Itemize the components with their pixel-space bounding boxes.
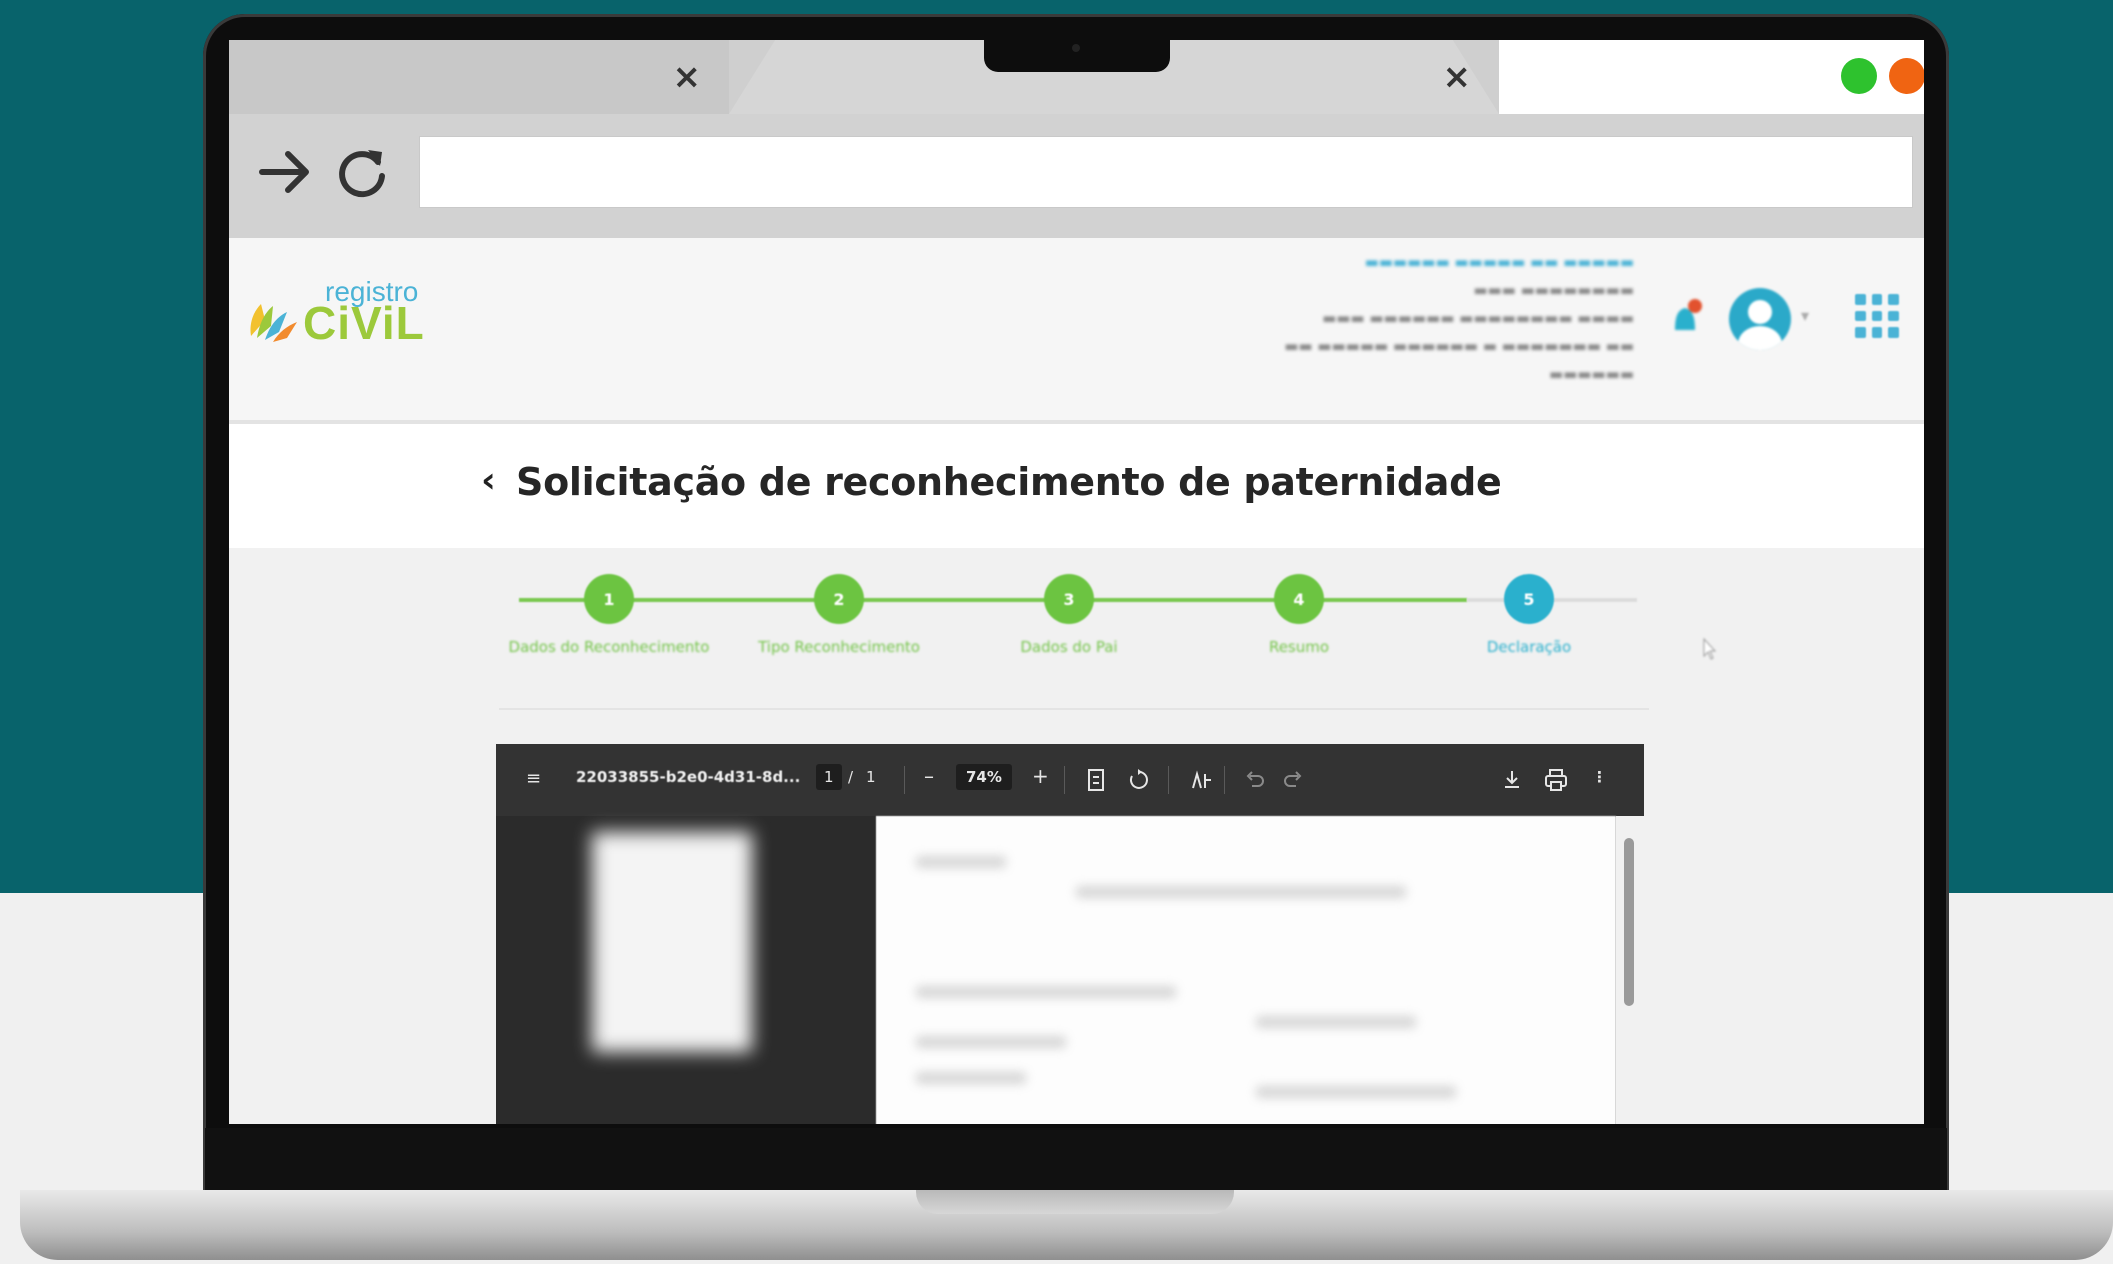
hands-logo-icon — [250, 304, 297, 342]
blurred-text — [916, 1072, 1026, 1084]
zoom-level-input[interactable]: 74% — [956, 764, 1012, 790]
window-minimize-button[interactable] — [1889, 58, 1924, 94]
step-number: 2 — [814, 574, 864, 624]
toolbar-divider — [1224, 766, 1225, 794]
menu-icon[interactable]: ≡ — [526, 768, 541, 789]
step-number: 3 — [1044, 574, 1094, 624]
camera-icon — [1072, 44, 1080, 52]
apps-grid-icon[interactable] — [1855, 294, 1899, 338]
pdf-viewer[interactable]: ≡ 22033855-b2e0-4d31-8d... 1 / 1 – 74% + — [496, 744, 1644, 1124]
section-divider — [499, 708, 1649, 710]
user-info-blurred: ▬▬▬▬▬▬ ▬▬▬▬▬ ▬▬ ▬▬▬▬▬ ▬▬▬ ▬▬▬▬▬▬▬▬ ▬▬▬ ▬… — [1284, 253, 1634, 383]
step-number: 5 — [1504, 574, 1554, 624]
more-options-icon[interactable]: ⋮ — [1592, 768, 1607, 786]
step-number: 4 — [1274, 574, 1324, 624]
chevron-down-icon[interactable]: ▾ — [1801, 306, 1809, 325]
window-maximize-button[interactable] — [1841, 58, 1877, 94]
scrollbar-thumb[interactable] — [1624, 838, 1634, 1006]
main-content: 1 Dados do Reconhecimento 2 Tipo Reconhe… — [229, 548, 1924, 1124]
stepper-step-2[interactable]: 2 Tipo Reconhecimento — [724, 548, 954, 656]
page-title-bar: ‹ Solicitação de reconhecimento de pater… — [229, 424, 1924, 548]
step-label: Dados do Reconhecimento — [508, 638, 710, 656]
arrow-right-icon — [259, 151, 309, 193]
back-chevron-icon[interactable]: ‹ — [481, 460, 496, 501]
close-tab-icon[interactable]: × — [1443, 57, 1472, 97]
blurred-text — [916, 856, 1006, 868]
laptop-screen: × × registro CiViL ▬▬▬▬▬▬ ▬▬▬▬▬ ▬▬ ▬▬▬▬▬… — [229, 40, 1924, 1124]
laptop-notch — [984, 26, 1170, 72]
mouse-cursor-icon — [1703, 638, 1717, 660]
avatar-head-shape — [1748, 300, 1772, 324]
reload-icon — [339, 150, 385, 198]
pdf-thumbnail-sidebar — [496, 816, 876, 1124]
browser-tab-1[interactable]: × — [229, 40, 729, 114]
step-label: Declaração — [1486, 638, 1572, 656]
fit-page-icon[interactable] — [1086, 768, 1106, 792]
laptop-chin — [205, 1128, 1947, 1190]
pdf-page-total: 1 — [866, 768, 876, 786]
pdf-filename: 22033855-b2e0-4d31-8d... — [576, 768, 801, 786]
logo-text-top: registro — [325, 276, 419, 307]
pdf-page-separator: / — [848, 768, 854, 786]
rotate-icon[interactable] — [1126, 768, 1150, 792]
print-icon[interactable] — [1544, 768, 1568, 792]
pdf-page-thumbnail[interactable] — [592, 832, 752, 1052]
address-bar-input[interactable] — [419, 136, 1913, 208]
notification-bell-icon[interactable] — [1665, 296, 1705, 340]
stepper-step-5[interactable]: 5 Declaração — [1414, 548, 1644, 656]
undo-icon[interactable] — [1244, 768, 1266, 790]
toolbar-divider — [1168, 766, 1169, 794]
pdf-page-input[interactable]: 1 — [816, 764, 842, 790]
blurred-text — [1256, 1086, 1456, 1098]
download-icon[interactable] — [1501, 768, 1523, 790]
zoom-out-button[interactable]: – — [924, 764, 934, 788]
avatar-body-shape — [1738, 326, 1782, 350]
logo-text: registro CiViL — [303, 278, 425, 347]
stepper-step-4[interactable]: 4 Resumo — [1184, 548, 1414, 656]
forward-button[interactable] — [251, 132, 321, 212]
close-tab-icon[interactable]: × — [673, 57, 702, 97]
zoom-in-button[interactable]: + — [1032, 764, 1049, 788]
step-label: Dados do Pai — [1020, 638, 1118, 656]
stepper-step-1[interactable]: 1 Dados do Reconhecimento — [494, 548, 724, 656]
site-header: registro CiViL ▬▬▬▬▬▬ ▬▬▬▬▬ ▬▬ ▬▬▬▬▬ ▬▬▬… — [229, 238, 1924, 424]
page-title: Solicitação de reconhecimento de paterni… — [516, 460, 1502, 504]
reload-button[interactable] — [327, 132, 397, 212]
blurred-text — [1256, 1016, 1416, 1028]
pdf-page — [876, 816, 1616, 1124]
blurred-text — [916, 1036, 1066, 1048]
blurred-text — [916, 986, 1176, 998]
step-number: 1 — [584, 574, 634, 624]
registro-civil-logo[interactable]: registro CiViL — [243, 278, 425, 347]
toolbar-divider — [1064, 766, 1065, 794]
pdf-scrollbar[interactable] — [1616, 816, 1644, 1124]
blurred-text — [1076, 886, 1406, 898]
stepper-step-3[interactable]: 3 Dados do Pai — [954, 548, 1184, 656]
toolbar-divider — [904, 766, 905, 794]
redo-icon[interactable] — [1282, 768, 1304, 790]
step-label: Resumo — [1268, 638, 1330, 656]
laptop-opening-groove — [916, 1190, 1234, 1214]
user-avatar[interactable] — [1729, 288, 1791, 350]
pdf-toolbar: ≡ 22033855-b2e0-4d31-8d... 1 / 1 – 74% + — [496, 744, 1644, 816]
browser-nav-bar — [229, 114, 1924, 238]
pdf-document-area — [876, 816, 1616, 1124]
step-label: Tipo Reconhecimento — [758, 638, 920, 656]
annotate-icon[interactable] — [1189, 768, 1213, 792]
